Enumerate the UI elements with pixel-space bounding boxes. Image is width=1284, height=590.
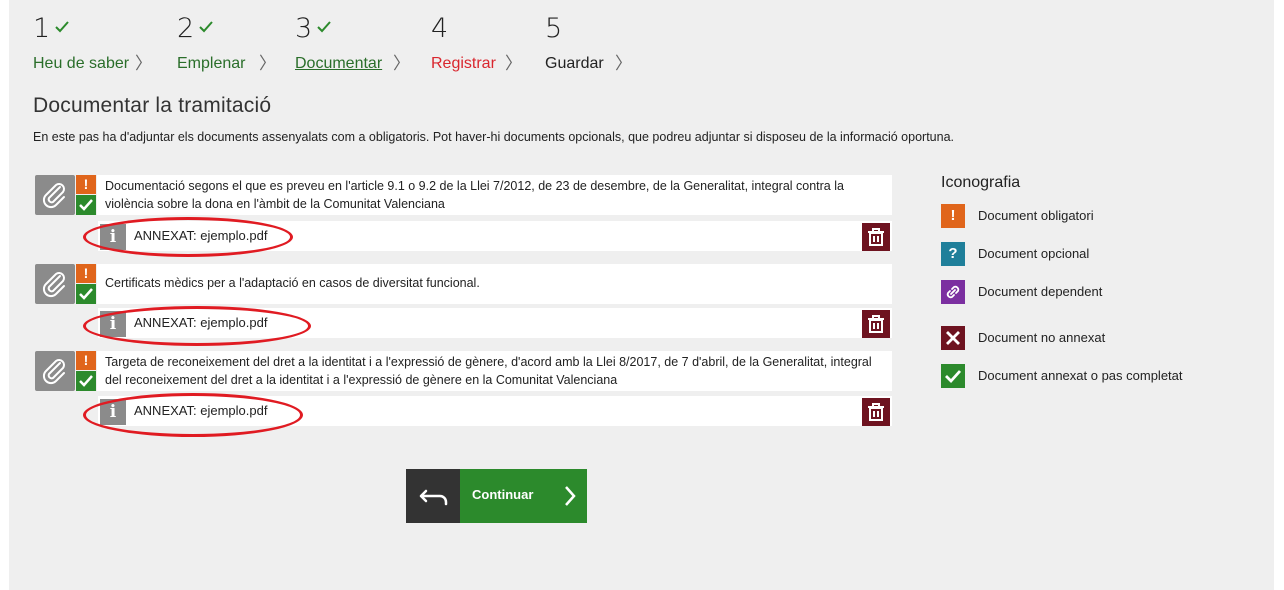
attachment-filename: ANNEXAT: ejemplo.pdf [134,228,268,243]
check-icon [317,21,331,33]
attachment-filename: ANNEXAT: ejemplo.pdf [134,315,268,330]
step-label: Heu de saber [33,55,130,72]
legend-label: Document obligatori [978,208,1094,223]
chevron-right-icon: 〉 [615,54,632,73]
back-button[interactable] [406,469,460,523]
trash-icon[interactable] [862,223,890,251]
check-icon [199,21,213,33]
check-icon [941,364,965,388]
trash-icon[interactable] [862,310,890,338]
attachment-filename: ANNEXAT: ejemplo.pdf [134,403,268,418]
continue-button[interactable]: Continuar [460,469,587,523]
legend-label: Document annexat o pas completat [978,368,1183,383]
question-icon: ? [941,242,965,266]
page-intro: En este pas ha d'adjuntar els documents … [33,130,954,144]
chevron-right-icon [565,486,576,506]
step-number: 3 [295,13,313,44]
document-description: Certificats mèdics per a l'adaptació en … [105,276,480,290]
exclamation-icon: ! [941,204,965,228]
check-icon [55,21,69,33]
document-description: Targeta de reconeixement del dret a la i… [105,355,872,387]
step-number: 4 [431,13,449,44]
paperclip-icon[interactable] [35,351,75,391]
exclamation-icon: ! [76,351,96,370]
document-description-box: Targeta de reconeixement del dret a la i… [97,351,892,391]
chevron-right-icon: 〉 [505,54,522,73]
step-number: 1 [33,13,51,44]
main-panel: 1 Heu de saber 〉 2 Emplenar 〉 3 Document… [9,0,1274,590]
trash-icon[interactable] [862,398,890,426]
legend-label: Document dependent [978,284,1103,299]
step-label: Documentar [295,55,383,72]
info-icon[interactable]: i [100,399,126,425]
attachment-row: i ANNEXAT: ejemplo.pdf [98,396,892,426]
exclamation-icon: ! [76,264,96,283]
attachment-row: i ANNEXAT: ejemplo.pdf [98,221,892,251]
document-description-box: Certificats mèdics per a l'adaptació en … [97,264,892,304]
page-title: Documentar la tramitació [33,94,272,117]
legend-title: Iconografia [941,174,1021,191]
document-status: ! [76,351,96,391]
step-label: Emplenar [177,55,246,72]
continue-label: Continuar [472,487,534,502]
info-icon[interactable]: i [100,224,126,250]
document-description-box: Documentació segons el que es preveu en … [97,175,892,215]
step-label: Guardar [545,55,604,72]
step-number: 2 [177,13,195,44]
check-icon [76,371,96,391]
chevron-right-icon: 〉 [259,54,276,73]
legend-label: Document opcional [978,246,1090,261]
info-icon[interactable]: i [100,311,126,337]
document-status: ! [76,175,96,215]
cross-icon [941,326,965,350]
check-icon [76,284,96,304]
exclamation-icon: ! [76,175,96,194]
step-number: 5 [545,13,563,44]
chevron-right-icon: 〉 [393,54,410,73]
attachment-row: i ANNEXAT: ejemplo.pdf [98,308,892,338]
link-icon [941,280,965,304]
document-status: ! [76,264,96,304]
legend-label: Document no annexat [978,330,1106,345]
check-icon [76,195,96,215]
step-label: Registrar [431,55,496,72]
paperclip-icon[interactable] [35,264,75,304]
back-arrow-icon [419,489,448,506]
document-description: Documentació segons el que es preveu en … [105,179,844,211]
chevron-right-icon: 〉 [135,54,152,73]
paperclip-icon[interactable] [35,175,75,215]
